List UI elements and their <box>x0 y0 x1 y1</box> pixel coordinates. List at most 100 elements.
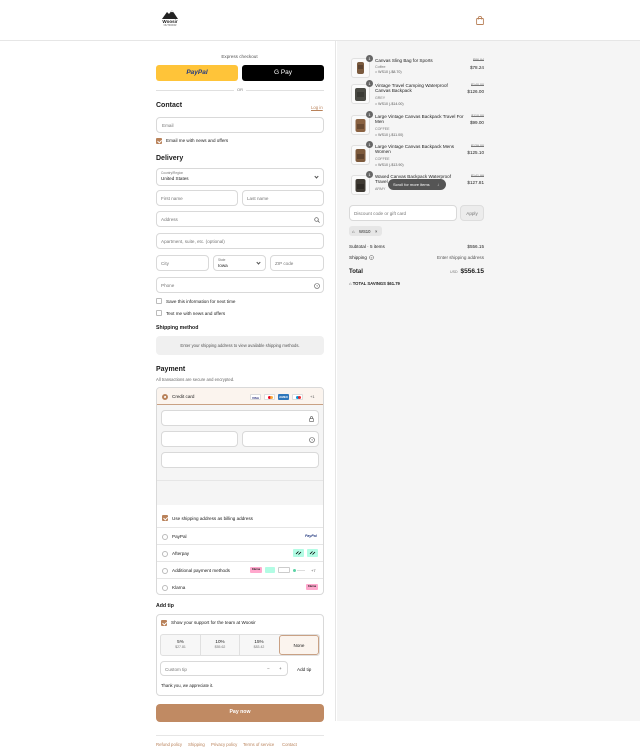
billing-checkbox[interactable] <box>162 515 168 521</box>
billing-label: Use shipping address as billing address <box>172 516 253 521</box>
last-name-field[interactable]: Last name <box>242 190 324 206</box>
zip-placeholder: ZIP code <box>275 261 294 266</box>
minus-icon[interactable]: − <box>267 666 270 671</box>
item-name: Vintage Travel Camping Waterproof Canvas… <box>375 83 448 93</box>
apply-button[interactable]: Apply <box>460 205 484 221</box>
card-number-field[interactable] <box>161 410 319 426</box>
item-variant: GREY <box>375 96 386 100</box>
klarna-option[interactable]: Klarna Klarna <box>157 578 323 594</box>
contact-heading: Contact <box>156 102 183 109</box>
savings-row: ⌂ TOTAL SAVINGS $61.79 <box>349 281 400 286</box>
product-thumbnail <box>351 175 370 195</box>
mastercard-icon <box>264 393 275 400</box>
add-tip-button[interactable]: Add tip <box>297 667 311 672</box>
contact-link[interactable]: Contact <box>282 742 297 747</box>
payment-subtitle: All transactions are secure and encrypte… <box>156 377 235 382</box>
remove-discount-icon[interactable]: × <box>375 229 377 234</box>
address-placeholder: Address <box>161 217 178 222</box>
email-placeholder: Email <box>162 123 174 128</box>
privacy-policy-link[interactable]: Privacy policy <box>211 742 237 747</box>
method-line-icon <box>297 569 305 571</box>
paypal-label: PayPal <box>172 534 187 539</box>
tip-thanks: Thank you, we appreciate it. <box>161 683 214 688</box>
paypal-radio[interactable] <box>162 533 168 540</box>
shopping-bag-icon[interactable] <box>476 15 484 27</box>
save-info-checkbox[interactable] <box>156 298 162 304</box>
checkout-form: Express checkout PayPal G Pay OR Contact… <box>0 41 336 747</box>
state-value: Iowa <box>218 262 228 268</box>
text-me-checkbox[interactable] <box>156 310 162 316</box>
first-name-field[interactable]: First name <box>156 190 238 206</box>
discount-code-placeholder: Discount code or gift card <box>354 211 407 216</box>
product-thumbnail <box>351 115 370 135</box>
quantity-badge: 1 <box>366 111 373 118</box>
login-link[interactable]: Log in <box>311 105 323 110</box>
phone-field[interactable]: Phone ? <box>156 277 324 293</box>
amex-icon: AMEX <box>278 393 289 400</box>
news-checkbox[interactable] <box>156 138 162 144</box>
address-field[interactable]: Address <box>156 211 324 227</box>
country-select[interactable]: Country/Region United States <box>156 168 324 186</box>
discount-code-field[interactable]: Discount code or gift card <box>349 205 457 221</box>
additional-methods-option[interactable]: Additional payment methods Klarna +7 <box>157 561 323 578</box>
city-field[interactable]: City <box>156 255 209 271</box>
tip-support-checkbox[interactable] <box>161 620 167 626</box>
last-name-placeholder: Last name <box>247 196 269 201</box>
shipping-method-notice: Enter your shipping address to view avai… <box>156 336 324 355</box>
zip-field[interactable]: ZIP code <box>270 255 324 271</box>
subtotal-label: Subtotal · 5 items <box>349 244 385 249</box>
gpay-express-button[interactable]: G Pay <box>242 65 324 81</box>
credit-card-option[interactable]: Credit card VISA AMEX +1 <box>157 388 323 405</box>
logo[interactable]: Woosir OUTDOOR <box>159 9 181 28</box>
security-code-field[interactable]: ? <box>242 431 319 447</box>
custom-tip-field[interactable]: Custom tip − + <box>160 661 288 676</box>
afterpay-icon <box>265 567 275 573</box>
refund-policy-link[interactable]: Refund policy <box>156 742 182 747</box>
footer-divider <box>156 735 324 736</box>
discount-tag-code: WS10 <box>359 228 371 234</box>
additional-more-count: +7 <box>311 568 316 573</box>
tip-option-15[interactable]: 15% $83.42 <box>239 635 278 655</box>
tip-option-none[interactable]: None <box>279 635 319 655</box>
help-icon[interactable]: ? <box>369 255 374 260</box>
additional-radio[interactable] <box>162 567 168 574</box>
item-price: $125.10 <box>467 150 484 155</box>
item-discount: ⌂ WS10 (-$14.00) <box>375 102 404 106</box>
credit-card-radio[interactable] <box>162 393 168 400</box>
afterpay-option[interactable]: Afterpay <box>157 544 323 561</box>
terms-of-service-link[interactable]: Terms of service <box>243 742 274 747</box>
shipping-label: Shipping <box>349 255 367 260</box>
city-placeholder: City <box>161 261 169 266</box>
quantity-badge: 1 <box>366 80 373 87</box>
name-on-card-field[interactable] <box>161 452 319 468</box>
item-variant: COFFEE <box>375 127 390 131</box>
country-value: United States <box>161 176 189 181</box>
help-icon[interactable]: ? <box>314 283 320 289</box>
shipping-link[interactable]: Shipping <box>188 742 205 747</box>
paypal-express-button[interactable]: PayPal <box>156 65 238 81</box>
credit-card-label: Credit card <box>172 394 195 399</box>
afterpay-radio[interactable] <box>162 550 168 557</box>
tip-option-10[interactable]: 10% $55.62 <box>200 635 239 655</box>
apartment-field[interactable]: Apartment, suite, etc. (optional) <box>156 233 324 249</box>
visa-icon: VISA <box>250 393 261 400</box>
state-select[interactable]: State Iowa <box>213 255 266 271</box>
tip-option-5[interactable]: 5% $27.81 <box>161 635 200 655</box>
apartment-placeholder: Apartment, suite, etc. (optional) <box>161 239 225 244</box>
apply-label: Apply <box>466 211 478 216</box>
afterpay-logo-icon <box>307 549 318 557</box>
quantity-badge: 1 <box>366 141 373 148</box>
expiry-field[interactable] <box>161 431 238 447</box>
additional-label: Additional payment methods <box>172 568 230 573</box>
tip-none-label: None <box>293 643 305 648</box>
item-variant: ARMY <box>375 187 386 191</box>
plus-icon[interactable]: + <box>279 666 282 671</box>
help-icon[interactable]: ? <box>309 437 315 443</box>
first-name-placeholder: First name <box>161 196 183 201</box>
header: Woosir OUTDOOR <box>0 0 640 41</box>
paypal-option[interactable]: PayPal PayPal <box>157 527 323 544</box>
klarna-radio[interactable] <box>162 584 168 591</box>
email-field[interactable]: Email <box>156 117 324 133</box>
pay-now-button[interactable]: Pay now <box>156 704 324 722</box>
scroll-hint[interactable]: Scroll for more items ↓ <box>388 179 446 190</box>
